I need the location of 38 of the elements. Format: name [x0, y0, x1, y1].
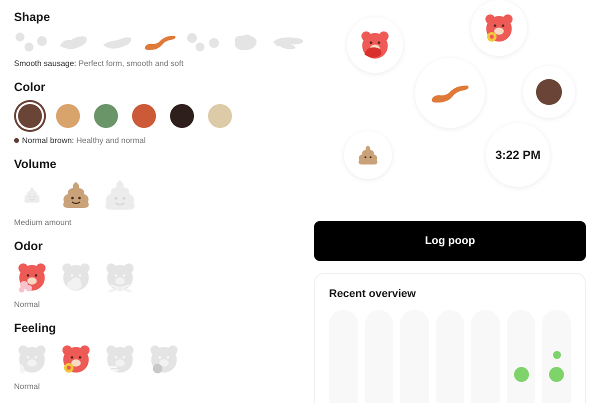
- poop-icon: [103, 178, 137, 212]
- bear-face-icon: [104, 343, 136, 375]
- poop-icon: [357, 144, 379, 166]
- bear-face-icon: [148, 343, 180, 375]
- entry-dot: [514, 367, 529, 382]
- section-title: Feeling: [14, 321, 58, 335]
- color-swatch[interactable]: [94, 104, 118, 128]
- section-title: Odor: [14, 239, 44, 253]
- bear-face-icon: [60, 343, 92, 375]
- feeling-caption: Normal: [14, 382, 41, 391]
- color-swatch[interactable]: [132, 104, 156, 128]
- color-swatch[interactable]: [18, 104, 42, 128]
- poop-icon: [23, 186, 41, 204]
- bear-face-icon: [104, 261, 136, 293]
- entry-dot: [552, 351, 561, 359]
- card-title: Recent overview: [329, 288, 417, 300]
- color-swatch[interactable]: [208, 104, 232, 128]
- poop-icon: [61, 180, 91, 210]
- color-caption: Normal brown: Healthy and normal: [22, 136, 146, 145]
- bear-ok-hand-icon: [483, 12, 515, 44]
- volume-caption: Medium amount: [14, 218, 72, 227]
- odor-caption: Normal: [14, 300, 41, 309]
- section-title: Volume: [14, 157, 58, 171]
- color-swatch[interactable]: [56, 104, 80, 128]
- log-button[interactable]: Log poop: [314, 221, 586, 261]
- section-title: Color: [14, 80, 46, 94]
- section-title: Shape: [14, 10, 52, 24]
- color-swatch[interactable]: [170, 104, 194, 128]
- shape-option[interactable]: [184, 30, 222, 54]
- time-label: 3:22 PM: [495, 148, 541, 162]
- entry-dot: [549, 367, 564, 382]
- bear-face-icon: [60, 261, 92, 293]
- stool-shape-icon: [14, 32, 48, 52]
- shape-caption: Smooth sausage: Perfect form, smooth and soft: [14, 59, 184, 68]
- bear-face-icon: [16, 343, 48, 375]
- stool-shape-icon: [186, 32, 220, 52]
- bear-covering-mouth-icon: [359, 29, 391, 61]
- bear-face-icon: [16, 261, 48, 293]
